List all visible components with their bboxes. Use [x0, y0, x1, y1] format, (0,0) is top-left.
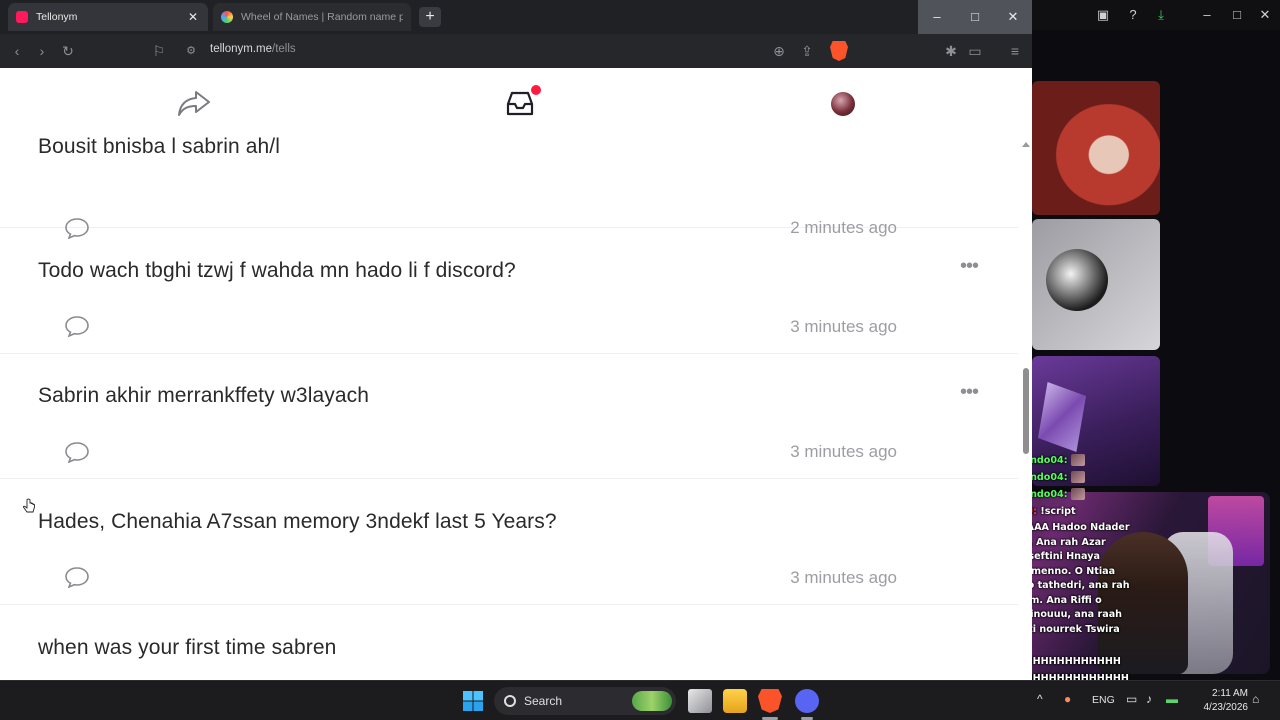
reply-bubble-icon[interactable] — [64, 315, 90, 337]
tab-tellonym[interactable]: Tellonym ✕ — [8, 3, 208, 31]
volume-icon[interactable]: ♪ — [1146, 692, 1152, 706]
window-close-button[interactable]: ✕ — [994, 0, 1032, 34]
site-settings-icon[interactable]: ⚙ — [182, 42, 200, 60]
more-options-icon[interactable]: ••• — [960, 382, 984, 402]
tell-question-text: Sabrin akhir merrankffety w3layach — [38, 384, 369, 407]
notification-bell-icon[interactable]: ⌂ — [1252, 692, 1259, 706]
clock-date: 4/23/2026 — [1203, 702, 1249, 713]
crystal-image — [1038, 382, 1086, 452]
guest-camera-2 — [1032, 219, 1160, 350]
tellonym-page: Bousit bnisba l sabrin ah/l 2 minutes ago… — [0, 68, 1032, 680]
sidebar-icon[interactable]: ▭ — [966, 42, 984, 60]
reply-bubble-icon[interactable] — [64, 441, 90, 463]
page-scrollbar[interactable] — [1020, 134, 1032, 680]
notification-dot — [529, 83, 543, 97]
download-icon[interactable]: ⤓ — [1152, 6, 1170, 24]
file-explorer-icon[interactable] — [723, 689, 747, 713]
browser-titlebar: Tellonym ✕ Wheel of Names | Random name … — [0, 0, 1032, 34]
url-domain: tellonym.me — [210, 43, 272, 55]
url-path: /tells — [272, 43, 296, 55]
search-label: Search — [524, 694, 563, 708]
tellonym-favicon-icon — [16, 11, 28, 23]
network-icon[interactable]: ▭ — [1126, 692, 1137, 706]
zoom-icon[interactable]: ⊕ — [770, 42, 788, 60]
back-icon[interactable]: ‹ — [8, 42, 26, 60]
tell-question-text: Bousit bnisba l sabrin ah/l — [38, 135, 281, 158]
taskbar-search[interactable]: Search — [494, 687, 676, 715]
windows-taskbar: Search ^ ● ENG ▭ ♪ ▬ 2:11 AM 4/23/2026 ⌂ — [0, 680, 1280, 720]
tell-item[interactable]: when was your first time sabren — [0, 605, 1018, 680]
hand-cursor-icon — [23, 498, 35, 513]
reply-bubble-icon[interactable] — [64, 566, 90, 588]
new-tab-button[interactable]: + — [419, 7, 441, 27]
chat-emote-icon — [1070, 471, 1085, 483]
pip-icon[interactable]: ▣ — [1094, 6, 1112, 24]
minimize-icon[interactable]: – — [1198, 6, 1216, 24]
microphone-icon[interactable]: ● — [1064, 692, 1071, 706]
chat-emote-icon — [1070, 488, 1085, 500]
search-icon — [504, 695, 516, 707]
help-icon[interactable]: ? — [1124, 6, 1142, 24]
tell-question-text: Todo wach tbghi tzwj f wahda mn hado li … — [38, 259, 516, 282]
window-minimize-button[interactable]: – — [918, 0, 956, 34]
browser-toolbar: ‹ › ↻ ⚐ ⚙ tellonym.me/tells ⊕ ⇪ ✱ ▭ ≡ — [0, 34, 1032, 68]
profile-avatar[interactable] — [831, 92, 855, 116]
tell-item[interactable]: Hades, Chenahia A7ssan memory 3ndekf las… — [0, 479, 1018, 605]
input-language[interactable]: ENG — [1092, 694, 1115, 706]
tellonym-header — [0, 68, 1020, 134]
address-bar[interactable]: tellonym.me/tells — [210, 43, 296, 55]
clock-time: 2:11 AM — [1212, 688, 1248, 699]
window-maximize-button[interactable]: □ — [956, 0, 994, 34]
scroll-up-arrow-icon[interactable] — [1022, 142, 1030, 147]
guest-camera-1 — [1032, 81, 1160, 215]
chat-emote-icon — [1070, 454, 1085, 466]
show-hidden-icons-icon[interactable]: ^ — [1037, 692, 1043, 706]
system-clock[interactable]: 2:11 AM 4/23/2026 — [1196, 687, 1249, 715]
tab-wheel-of-names[interactable]: Wheel of Names | Random name picker — [213, 3, 411, 31]
scroll-thumb[interactable] — [1023, 368, 1029, 454]
tell-question-text: Hades, Chenahia A7ssan memory 3ndekf las… — [38, 510, 557, 533]
tell-question-text: when was your first time sabren — [38, 636, 337, 659]
discord-icon[interactable] — [795, 689, 819, 713]
menu-icon[interactable]: ≡ — [1006, 42, 1024, 60]
brave-shields-icon[interactable] — [830, 41, 848, 61]
more-options-icon[interactable]: ••• — [960, 256, 984, 276]
guest-avatar — [1046, 249, 1108, 311]
brave-browser-icon[interactable] — [758, 689, 782, 713]
tell-item[interactable]: Todo wach tbghi tzwj f wahda mn hado li … — [0, 228, 1018, 354]
chat-text: !script — [1040, 506, 1076, 517]
tell-item[interactable]: Sabrin akhir merrankffety w3layach 3 minu… — [0, 354, 1018, 479]
wheel-favicon-icon — [221, 11, 233, 23]
share-page-icon[interactable]: ⇪ — [798, 42, 816, 60]
close-icon[interactable]: ✕ — [1256, 6, 1274, 24]
tab-title: Tellonym — [36, 11, 78, 23]
chat-text: HHHHHHHHHHHHH — [1016, 655, 1121, 667]
share-arrow-icon[interactable] — [176, 88, 212, 118]
forward-icon[interactable]: › — [33, 42, 51, 60]
tab-close-icon[interactable]: ✕ — [186, 10, 200, 24]
browser-window: Tellonym ✕ Wheel of Names | Random name … — [0, 0, 1032, 680]
reload-icon[interactable]: ↻ — [59, 42, 77, 60]
search-highlight-image — [632, 691, 672, 711]
bookmark-icon[interactable]: ⚐ — [150, 42, 168, 60]
maximize-icon[interactable]: □ — [1228, 6, 1246, 24]
tell-timestamp: 3 minutes ago — [790, 442, 897, 461]
tell-timestamp: 3 minutes ago — [790, 568, 897, 587]
tell-timestamp: 3 minutes ago — [790, 317, 897, 336]
windows-start-icon[interactable] — [462, 690, 484, 712]
battery-icon[interactable]: ▬ — [1166, 692, 1178, 706]
extensions-icon[interactable]: ✱ — [942, 42, 960, 60]
task-view-icon[interactable] — [688, 689, 712, 713]
tab-title: Wheel of Names | Random name picker — [241, 11, 403, 23]
overlay-toolbar: ▣ ? ⤓ – □ ✕ — [1032, 0, 1280, 30]
